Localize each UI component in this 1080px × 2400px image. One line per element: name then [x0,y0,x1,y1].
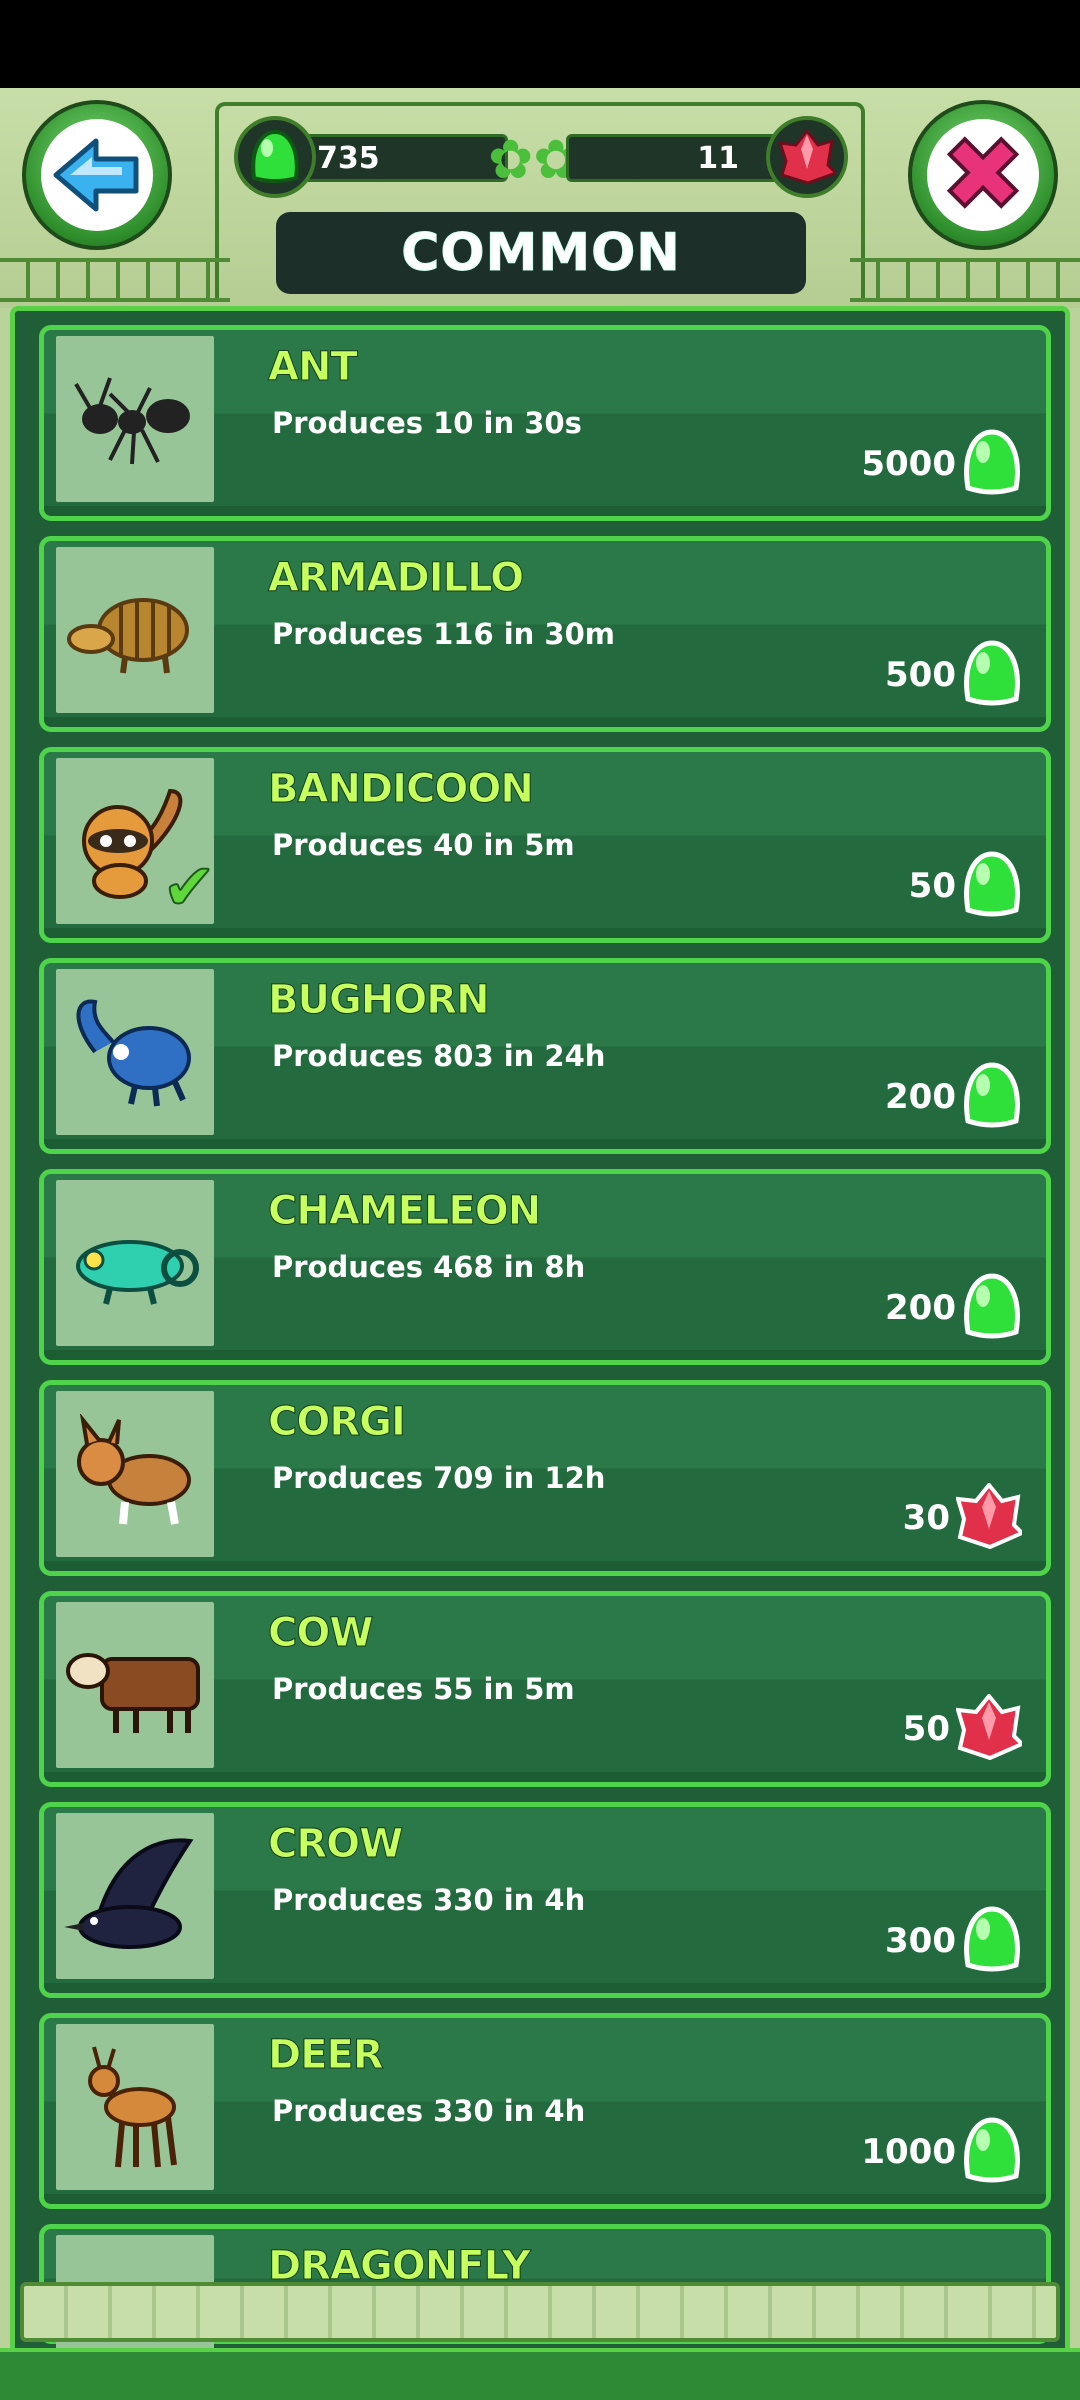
creature-name: ANT [268,344,359,391]
corgi-creature-icon [77,1414,191,1525]
creature-thumbnail [56,336,214,502]
creature-production: Produces 330 in 4h [272,2094,586,2128]
right-fence-decoration [850,258,1080,302]
creature-price[interactable]: 30 [902,1481,1026,1553]
creature-price-value: 50 [902,1709,950,1749]
game-screen: 735 ✿✿ 11 ✖ COMMON ANT Produces 10 in 30… [0,88,1080,2400]
cow-creature-icon [66,1653,200,1733]
back-button[interactable] [22,100,172,250]
creature-thumbnail [56,1180,214,1346]
creature-thumbnail [56,969,214,1135]
creature-card-bandicoon[interactable]: ✔ BANDICOON Produces 40 in 5m 50 [39,747,1051,943]
creature-production: Produces 803 in 24h [272,1039,606,1073]
creature-production: Produces 709 in 12h [272,1461,606,1495]
footer-decoration [0,2262,1080,2400]
creature-price[interactable]: 300 [885,1905,1022,1977]
creature-name: BUGHORN [268,977,491,1024]
green-jelly-icon [964,640,1020,706]
red-gem-icon [955,1481,1026,1550]
creature-price-value: 5000 [861,444,956,484]
creature-price-value: 50 [908,866,956,906]
creature-price[interactable]: 500 [885,639,1022,711]
ant-creature-icon [74,377,190,465]
creature-production: Produces 116 in 30m [272,617,615,651]
creature-name: ARMADILLO [267,555,524,602]
green-jelly-icon [964,1273,1020,1339]
creature-card-deer[interactable]: DEER Produces 330 in 4h 1000 [39,2013,1051,2209]
vine-ornament: ✿✿ [488,128,579,191]
creature-price[interactable]: 50 [902,1692,1026,1764]
gem-counter-icon-frame [766,116,848,198]
creature-price-value: 1000 [861,2132,956,2172]
creature-card-crow[interactable]: CROW Produces 330 in 4h 300 [39,1802,1051,1998]
jelly-count: 735 [317,140,380,176]
creature-price[interactable]: 1000 [861,2116,1022,2188]
creature-price-value: 500 [885,655,956,695]
creature-card-cow[interactable]: COW Produces 55 in 5m 50 [39,1591,1051,1787]
red-gem-icon [955,1692,1026,1761]
back-arrow-icon [53,138,139,212]
creature-price-value: 200 [885,1288,956,1328]
creature-name: COW [267,1610,373,1657]
green-jelly-icon [964,429,1020,495]
title-plate: COMMON [276,212,806,294]
green-jelly-icon [964,2117,1020,2183]
green-jelly-icon [964,1906,1020,1972]
creature-name: CROW [267,1821,403,1868]
gem-count: 11 [697,140,739,176]
header: 735 ✿✿ 11 ✖ COMMON [0,88,1080,308]
creature-list[interactable]: ANT Produces 10 in 30s 5000 ARMADILLO Pr… [39,325,1051,2400]
jelly-counter-icon-frame [234,116,316,198]
creature-name: BANDICOON [268,766,535,813]
creature-production: Produces 330 in 4h [272,1883,586,1917]
creature-production: Produces 40 in 5m [272,828,575,862]
creature-thumbnail [56,2024,214,2190]
creature-thumbnail [56,547,214,713]
green-jelly-icon [964,851,1020,917]
creature-card-ant[interactable]: ANT Produces 10 in 30s 5000 [39,325,1051,521]
creature-production: Produces 468 in 8h [272,1250,586,1284]
bughorn-creature-icon [76,999,191,1107]
footer-fence [20,2282,1060,2342]
creature-thumbnail [56,1602,214,1768]
owned-check-icon: ✔ [161,851,217,925]
creature-price[interactable]: 50 [909,850,1022,922]
creature-card-corgi[interactable]: CORGI Produces 709 in 12h 30 [39,1380,1051,1576]
creature-thumbnail [56,1391,214,1557]
creature-price-value: 300 [885,1921,956,1961]
left-fence-decoration [0,258,230,302]
creature-card-armadillo[interactable]: ARMADILLO Produces 116 in 30m 500 [39,536,1051,732]
deer-creature-icon [88,2046,177,2168]
creature-list-panel[interactable]: ANT Produces 10 in 30s 5000 ARMADILLO Pr… [10,306,1070,2400]
page-title: COMMON [401,223,681,284]
creature-production: Produces 55 in 5m [272,1672,575,1706]
creature-thumbnail: ✔ [56,758,217,925]
creature-thumbnail [56,1813,214,1979]
creature-production: Produces 10 in 30s [272,406,582,440]
creature-price[interactable]: 5000 [861,428,1022,500]
creature-name: CHAMELEON [267,1188,541,1235]
chameleon-creature-icon [76,1240,199,1305]
close-button[interactable]: ✖ [908,100,1058,250]
footer-band [0,2348,1080,2400]
creature-name: DEER [268,2032,385,2079]
green-jelly-icon [964,1062,1020,1128]
creature-price[interactable]: 200 [885,1061,1022,1133]
close-x-icon: ✖ [939,116,1027,233]
red-gem-icon [778,129,836,185]
creature-card-bughorn[interactable]: BUGHORN Produces 803 in 24h 200 [39,958,1051,1154]
creature-price-value: 30 [902,1498,950,1538]
creature-card-chameleon[interactable]: CHAMELEON Produces 468 in 8h 200 [39,1169,1051,1365]
creature-price-value: 200 [885,1077,956,1117]
creature-price[interactable]: 200 [885,1272,1022,1344]
crow-creature-icon [64,1838,194,1949]
creature-name: CORGI [268,1399,407,1446]
armadillo-creature-icon [67,598,189,674]
green-jelly-icon [251,129,299,183]
